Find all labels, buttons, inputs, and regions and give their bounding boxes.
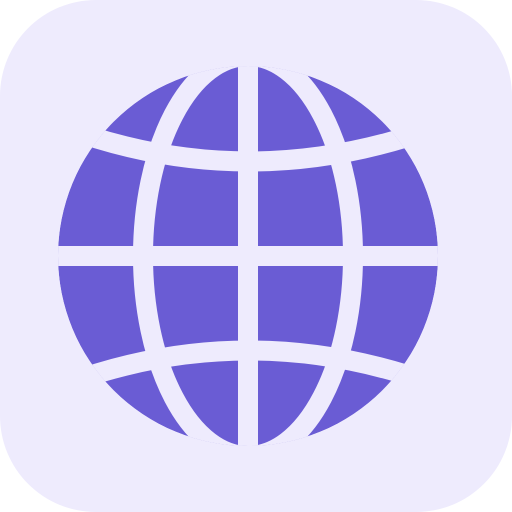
app-icon[interactable]	[0, 0, 512, 512]
globe-icon-graphic	[0, 0, 512, 512]
